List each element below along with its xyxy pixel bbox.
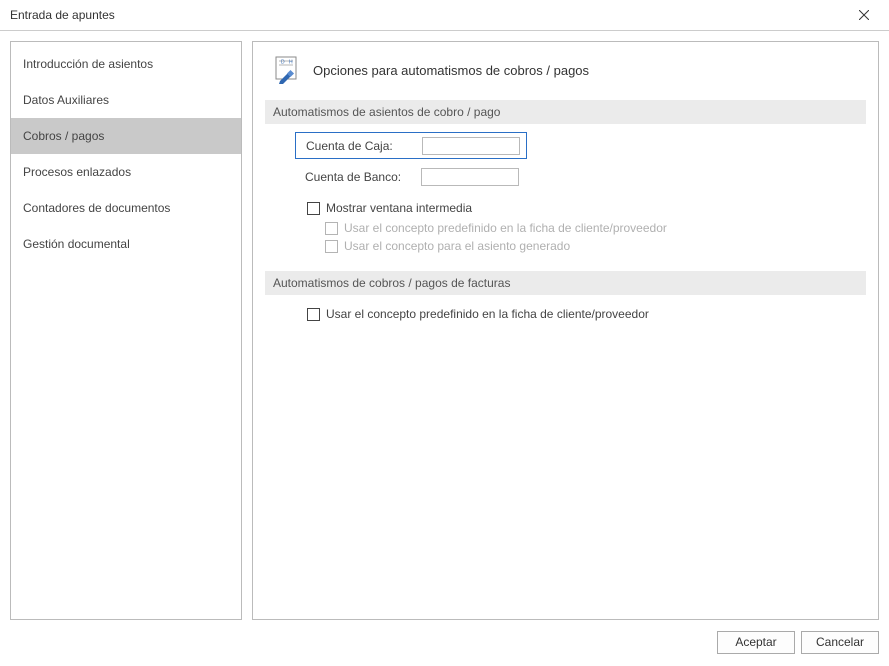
field-cuenta-caja-highlight: Cuenta de Caja: xyxy=(295,132,527,159)
checkbox-mostrar-ventana[interactable]: Mostrar ventana intermedia xyxy=(307,201,866,215)
checkbox-icon xyxy=(307,202,320,215)
sidebar-item-cobros-pagos[interactable]: Cobros / pagos xyxy=(11,118,241,154)
svg-text:H: H xyxy=(289,60,293,66)
options-notes-icon: D H xyxy=(273,56,301,84)
label-cuenta-banco: Cuenta de Banco: xyxy=(305,170,421,184)
sidebar-item-datos-auxiliares[interactable]: Datos Auxiliares xyxy=(11,82,241,118)
close-icon xyxy=(859,10,869,20)
field-cuenta-banco: Cuenta de Banco: xyxy=(295,165,525,189)
sidebar-item-contadores-documentos[interactable]: Contadores de documentos xyxy=(11,190,241,226)
close-button[interactable] xyxy=(847,2,881,28)
sidebar: Introducción de asientos Datos Auxiliares… xyxy=(10,41,242,620)
checkbox-icon xyxy=(325,222,338,235)
input-cuenta-banco[interactable] xyxy=(421,168,519,186)
checkbox-label: Usar el concepto predefinido en la ficha… xyxy=(344,221,667,235)
checkbox-label: Mostrar ventana intermedia xyxy=(326,201,472,215)
dialog-window: Entrada de apuntes Introducción de asien… xyxy=(0,0,889,666)
footer: Aceptar Cancelar xyxy=(0,626,889,666)
sidebar-item-label: Procesos enlazados xyxy=(23,165,131,179)
accept-button[interactable]: Aceptar xyxy=(717,631,795,654)
checkbox-icon xyxy=(307,308,320,321)
label-cuenta-caja: Cuenta de Caja: xyxy=(306,139,422,153)
titlebar: Entrada de apuntes xyxy=(0,0,889,30)
sidebar-item-label: Cobros / pagos xyxy=(23,129,104,143)
main-panel: D H Opciones para automatismos de cobros… xyxy=(252,41,879,620)
input-cuenta-caja[interactable] xyxy=(422,137,520,155)
sidebar-item-label: Contadores de documentos xyxy=(23,201,170,215)
sidebar-item-gestion-documental[interactable]: Gestión documental xyxy=(11,226,241,262)
panel-title: Opciones para automatismos de cobros / p… xyxy=(313,63,589,78)
section-header-facturas: Automatismos de cobros / pagos de factur… xyxy=(265,271,866,295)
section-header-asientos: Automatismos de asientos de cobro / pago xyxy=(265,100,866,124)
checkbox-concepto-ficha-1: Usar el concepto predefinido en la ficha… xyxy=(325,221,866,235)
sidebar-item-label: Datos Auxiliares xyxy=(23,93,109,107)
svg-text:D: D xyxy=(281,60,285,66)
content-area: Introducción de asientos Datos Auxiliares… xyxy=(0,31,889,626)
checkbox-icon xyxy=(325,240,338,253)
window-title: Entrada de apuntes xyxy=(10,8,847,22)
spacer xyxy=(265,255,866,271)
panel-header: D H Opciones para automatismos de cobros… xyxy=(265,56,866,100)
checkbox-label: Usar el concepto para el asiento generad… xyxy=(344,239,570,253)
checkbox-label: Usar el concepto predefinido en la ficha… xyxy=(326,307,649,321)
sidebar-item-label: Gestión documental xyxy=(23,237,130,251)
cancel-button[interactable]: Cancelar xyxy=(801,631,879,654)
checkbox-concepto-asiento: Usar el concepto para el asiento generad… xyxy=(325,239,866,253)
sidebar-item-introduccion-asientos[interactable]: Introducción de asientos xyxy=(11,46,241,82)
checkbox-concepto-ficha-2[interactable]: Usar el concepto predefinido en la ficha… xyxy=(307,307,866,321)
sidebar-item-label: Introducción de asientos xyxy=(23,57,153,71)
sidebar-item-procesos-enlazados[interactable]: Procesos enlazados xyxy=(11,154,241,190)
